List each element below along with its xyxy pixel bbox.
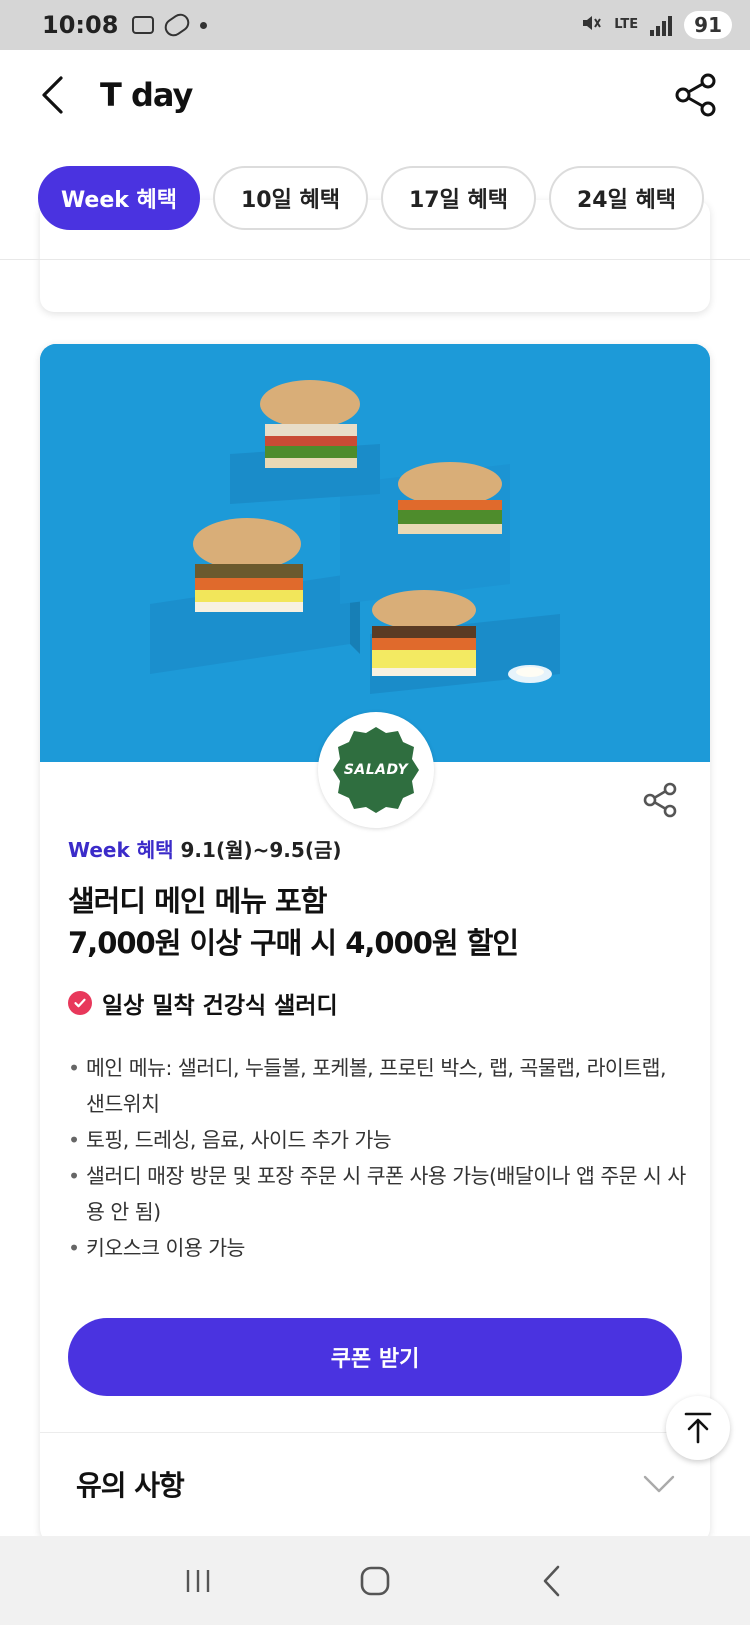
signal-icon xyxy=(650,14,673,36)
network-type: LTE xyxy=(614,17,639,32)
pill-icon xyxy=(161,10,194,40)
chevron-left-icon xyxy=(42,76,63,114)
tab-week[interactable]: Week 혜택 xyxy=(38,166,200,230)
period-label: Week 혜택 xyxy=(68,838,174,862)
get-coupon-button[interactable]: 쿠폰 받기 xyxy=(68,1318,682,1396)
card-share-button[interactable] xyxy=(638,778,682,822)
header-divider xyxy=(0,259,750,260)
tagline-text: 일상 밀착 건강식 샐러디 xyxy=(102,993,338,1019)
back-button[interactable] xyxy=(22,65,82,125)
coupon-title-line1: 샐러디 메인 메뉴 포함 xyxy=(68,884,327,918)
notification-dot-icon xyxy=(200,21,208,29)
recent-apps-icon xyxy=(187,1569,210,1592)
benefit-tabs: Week 혜택 10일 혜택 17일 혜택 24일 혜택 xyxy=(38,166,704,230)
brand-logo: SALADY xyxy=(318,712,434,828)
brand-tagline: 일상 밀착 건강식 샐러디 xyxy=(68,986,338,1020)
hero-image xyxy=(40,344,710,762)
tab-10th[interactable]: 10일 혜택 xyxy=(213,166,368,230)
scroll-top-button[interactable] xyxy=(666,1396,730,1460)
list-item: 토핑, 드레싱, 음료, 사이드 추가 가능 xyxy=(66,1122,686,1158)
list-item: 메인 메뉴: 샐러디, 누들볼, 포케볼, 프로틴 박스, 랩, 곡물랩, 라이… xyxy=(66,1050,686,1122)
coupon-title: 샐러디 메인 메뉴 포함 7,000원 이상 구매 시 4,000원 할인 xyxy=(68,880,688,964)
chevron-left-icon xyxy=(543,1565,559,1596)
logo-text: SALADY xyxy=(343,762,409,778)
share-button[interactable] xyxy=(668,67,724,123)
notes-heading[interactable]: 유의 사항 xyxy=(76,1464,185,1504)
system-back-button[interactable] xyxy=(522,1551,582,1611)
recent-apps-button[interactable] xyxy=(168,1551,228,1611)
mute-icon xyxy=(580,12,602,38)
share-icon xyxy=(675,73,716,117)
coupon-details-list: 메인 메뉴: 샐러디, 누들볼, 포케볼, 프로틴 박스, 랩, 곡물랩, 라이… xyxy=(66,1050,686,1266)
share-icon xyxy=(643,782,677,818)
home-icon xyxy=(360,1566,390,1595)
app-header: T day xyxy=(0,50,750,140)
status-notification-icons xyxy=(132,10,208,40)
check-circle-icon xyxy=(68,991,92,1015)
battery-level: 91 xyxy=(684,11,732,39)
section-divider xyxy=(40,1432,710,1433)
period-dates: 9.1(월)~9.5(금) xyxy=(180,838,342,862)
coupon-title-line2: 7,000원 이상 구매 시 4,000원 할인 xyxy=(68,926,519,960)
tab-24th[interactable]: 24일 혜택 xyxy=(549,166,704,230)
system-nav-bar xyxy=(0,1536,750,1625)
home-button[interactable] xyxy=(345,1551,405,1611)
status-bar: 10:08 LTE 91 xyxy=(0,0,750,50)
list-item: 키오스크 이용 가능 xyxy=(66,1230,686,1266)
page-title: T day xyxy=(100,76,193,114)
benefit-period: Week 혜택 9.1(월)~9.5(금) xyxy=(68,834,342,863)
tab-17th[interactable]: 17일 혜택 xyxy=(381,166,536,230)
arrow-up-icon xyxy=(684,1412,712,1444)
sandwich-photo xyxy=(40,344,710,762)
chevron-down-icon[interactable] xyxy=(642,1472,676,1496)
coupon-card: SALADY Week 혜택 9.1(월)~9.5(금) 샐러디 메인 메뉴 포… xyxy=(40,344,710,1544)
list-item: 샐러디 매장 방문 및 포장 주문 시 쿠폰 사용 가능(배달이나 앱 주문 시… xyxy=(66,1158,686,1230)
status-time: 10:08 xyxy=(42,11,119,39)
screenshot-icon xyxy=(132,16,155,34)
